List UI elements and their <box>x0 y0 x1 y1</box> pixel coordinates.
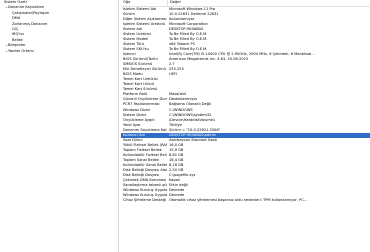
tree-item[interactable]: + Yazılım Ortamı <box>0 49 118 54</box>
column-header-item[interactable]: Öğe <box>121 0 168 6</box>
row-value: Otomatik cihaz şifrelemesi başarısız old… <box>169 198 308 203</box>
category-tree: Sistem Özeti + Donanım Kaynakları Çakışmala… <box>0 0 119 252</box>
tree-item-label: Yazılım Ortamı <box>8 48 34 53</box>
list-header: Öğe Değer <box>121 0 370 7</box>
column-header-value[interactable]: Değer <box>168 0 370 6</box>
table-row[interactable]: Cihaz Şifreleme Desteği Otomatik cihaz şi… <box>121 198 370 203</box>
detail-list: İşletim Sistemi Adı Microsoft Windows 11 … <box>121 7 370 204</box>
row-item: Cihaz Şifreleme Desteği <box>123 198 166 203</box>
details-pane: Öğe Değer İşletim Sistemi Adı Microsoft W… <box>121 0 370 252</box>
